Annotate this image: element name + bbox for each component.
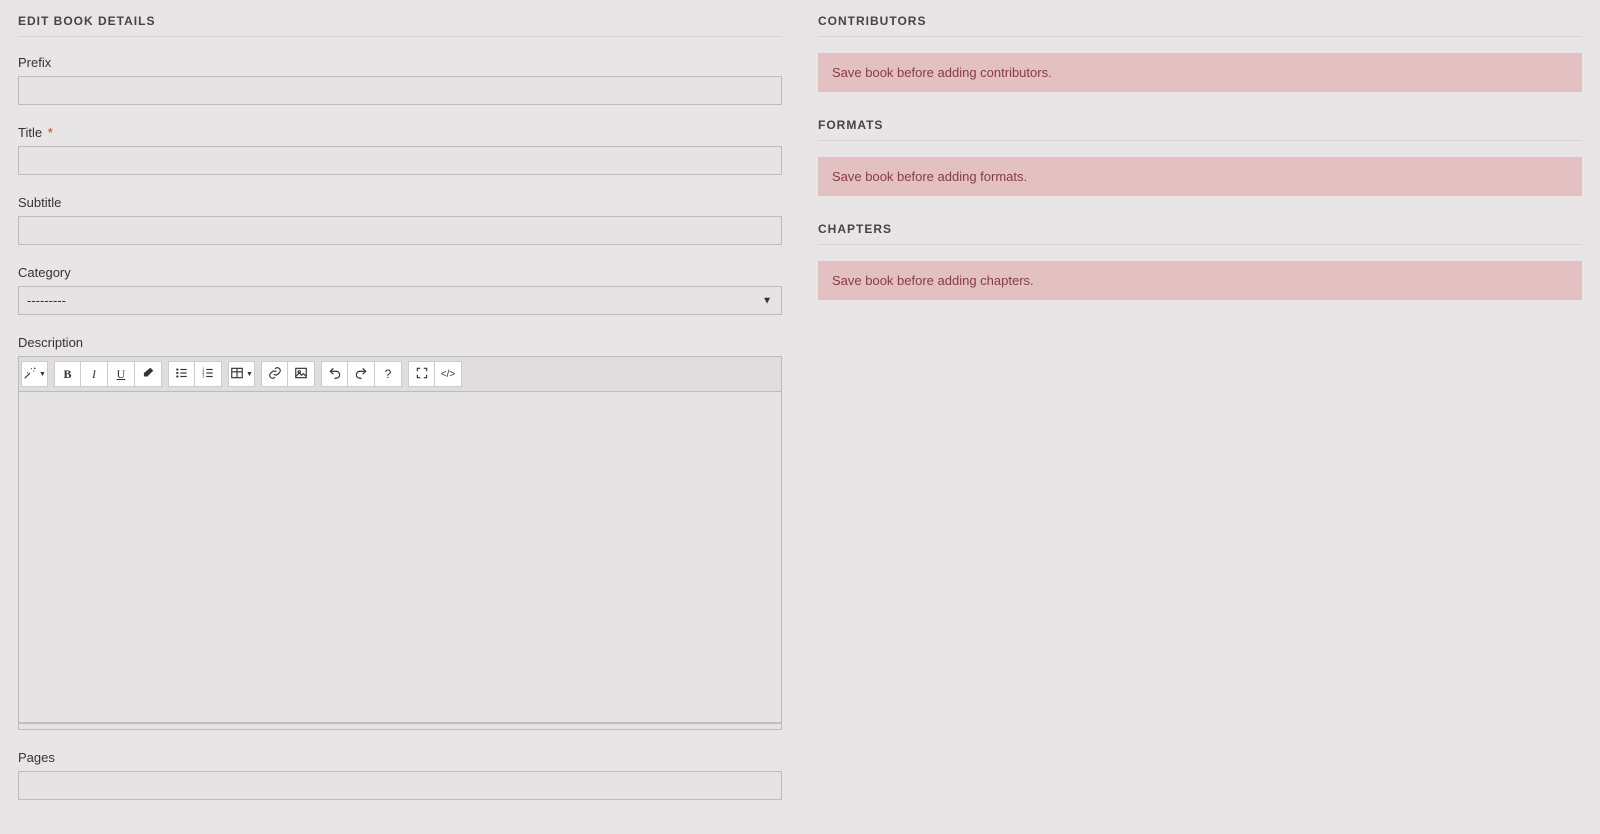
list-ul-icon bbox=[175, 366, 189, 383]
bold-button[interactable]: B bbox=[54, 361, 81, 387]
code-view-button[interactable]: </> bbox=[435, 361, 462, 387]
underline-icon: U bbox=[117, 367, 126, 382]
ordered-list-button[interactable]: 123 bbox=[195, 361, 222, 387]
table-icon bbox=[230, 366, 244, 383]
svg-text:3: 3 bbox=[202, 373, 205, 378]
magic-button[interactable]: ▼ bbox=[21, 361, 48, 387]
unordered-list-button[interactable] bbox=[168, 361, 195, 387]
pages-input[interactable] bbox=[18, 771, 782, 800]
magic-wand-icon bbox=[23, 366, 37, 383]
list-ol-icon: 123 bbox=[201, 366, 215, 383]
caret-down-icon: ▼ bbox=[246, 371, 253, 378]
editor-toolbar: ▼ B I U bbox=[19, 357, 781, 392]
link-icon bbox=[268, 366, 282, 383]
edit-book-details-heading: EDIT BOOK DETAILS bbox=[18, 14, 782, 37]
subtitle-label: Subtitle bbox=[18, 195, 782, 210]
clear-format-button[interactable] bbox=[135, 361, 162, 387]
italic-button[interactable]: I bbox=[81, 361, 108, 387]
formats-heading: FORMATS bbox=[818, 118, 1582, 141]
help-button[interactable]: ? bbox=[375, 361, 402, 387]
table-button[interactable]: ▼ bbox=[228, 361, 255, 387]
category-select[interactable]: --------- bbox=[18, 286, 782, 315]
fullscreen-icon bbox=[415, 366, 429, 383]
bold-icon: B bbox=[63, 367, 71, 382]
redo-button[interactable] bbox=[348, 361, 375, 387]
contributors-heading: CONTRIBUTORS bbox=[818, 14, 1582, 37]
required-indicator: * bbox=[48, 125, 53, 140]
prefix-input[interactable] bbox=[18, 76, 782, 105]
caret-down-icon: ▼ bbox=[39, 371, 46, 378]
image-icon bbox=[294, 366, 308, 383]
title-label: Title * bbox=[18, 125, 782, 140]
title-input[interactable] bbox=[18, 146, 782, 175]
contributors-alert: Save book before adding contributors. bbox=[818, 53, 1582, 92]
description-editor: ▼ B I U bbox=[18, 356, 782, 730]
help-icon: ? bbox=[385, 367, 392, 381]
chapters-heading: CHAPTERS bbox=[818, 222, 1582, 245]
eraser-icon bbox=[141, 366, 155, 383]
title-label-text: Title bbox=[18, 125, 42, 140]
image-button[interactable] bbox=[288, 361, 315, 387]
subtitle-input[interactable] bbox=[18, 216, 782, 245]
description-textarea[interactable] bbox=[19, 392, 781, 724]
underline-button[interactable]: U bbox=[108, 361, 135, 387]
undo-button[interactable] bbox=[321, 361, 348, 387]
description-label: Description bbox=[18, 335, 782, 350]
category-label: Category bbox=[18, 265, 782, 280]
fullscreen-button[interactable] bbox=[408, 361, 435, 387]
code-icon: </> bbox=[441, 369, 455, 380]
italic-icon: I bbox=[92, 367, 96, 382]
formats-alert: Save book before adding formats. bbox=[818, 157, 1582, 196]
pages-label: Pages bbox=[18, 750, 782, 765]
undo-icon bbox=[328, 366, 342, 383]
chapters-alert: Save book before adding chapters. bbox=[818, 261, 1582, 300]
link-button[interactable] bbox=[261, 361, 288, 387]
prefix-label: Prefix bbox=[18, 55, 782, 70]
redo-icon bbox=[354, 366, 368, 383]
